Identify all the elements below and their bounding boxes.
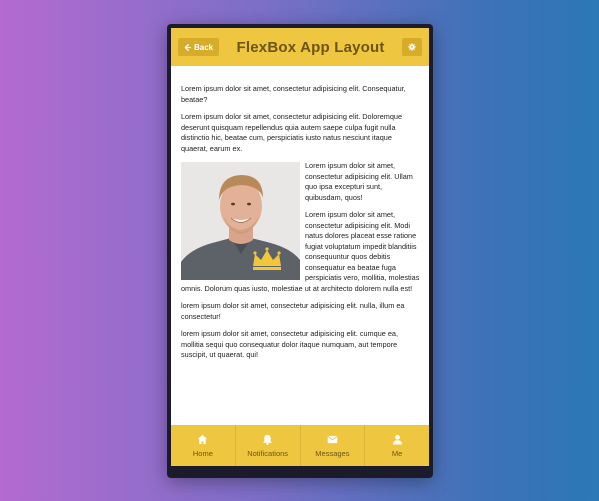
tab-home-label: Home xyxy=(192,448,213,458)
app-header: Back FlexBox App Layout xyxy=(171,28,429,66)
tab-me[interactable]: Me xyxy=(365,425,429,466)
paragraph-2: Lorem ipsum dolor sit amet, consectetur … xyxy=(181,112,403,153)
paragraph-1: Lorem ipsum dolor sit amet, consectetur … xyxy=(181,84,406,104)
paragraph-5: lorem ipsum dolor sit amet, consectetur … xyxy=(181,301,405,321)
tab-messages[interactable]: Messages xyxy=(301,425,366,466)
profile-photo xyxy=(181,162,300,280)
paragraph-6: lorem ipsum dolor sit amet, consectetur … xyxy=(181,329,398,359)
tab-notifications[interactable]: Notifications xyxy=(236,425,301,466)
user-icon xyxy=(392,434,402,445)
bottom-tab-bar: Home Notifications Messages Me xyxy=(171,425,429,466)
phone-frame: Back FlexBox App Layout Lorem ipsum dolo… xyxy=(167,24,433,478)
main-content: Lorem ipsum dolor sit amet, consectetur … xyxy=(171,66,429,425)
settings-button[interactable] xyxy=(402,38,422,56)
tab-messages-label: Messages xyxy=(315,448,350,458)
app-screen: Back FlexBox App Layout Lorem ipsum dolo… xyxy=(171,28,429,466)
page-title: FlexBox App Layout xyxy=(236,38,385,56)
back-button-label: Back xyxy=(194,42,214,52)
envelope-icon xyxy=(327,435,338,443)
tab-me-label: Me xyxy=(391,448,403,458)
tab-home[interactable]: Home xyxy=(171,425,236,466)
bell-icon xyxy=(263,434,273,445)
back-button[interactable]: Back xyxy=(178,38,220,56)
arrow-left-icon xyxy=(184,43,191,51)
home-icon xyxy=(198,434,208,444)
gear-icon xyxy=(408,43,416,51)
tab-notifications-label: Notifications xyxy=(247,448,289,458)
person-portrait-image xyxy=(181,162,300,280)
